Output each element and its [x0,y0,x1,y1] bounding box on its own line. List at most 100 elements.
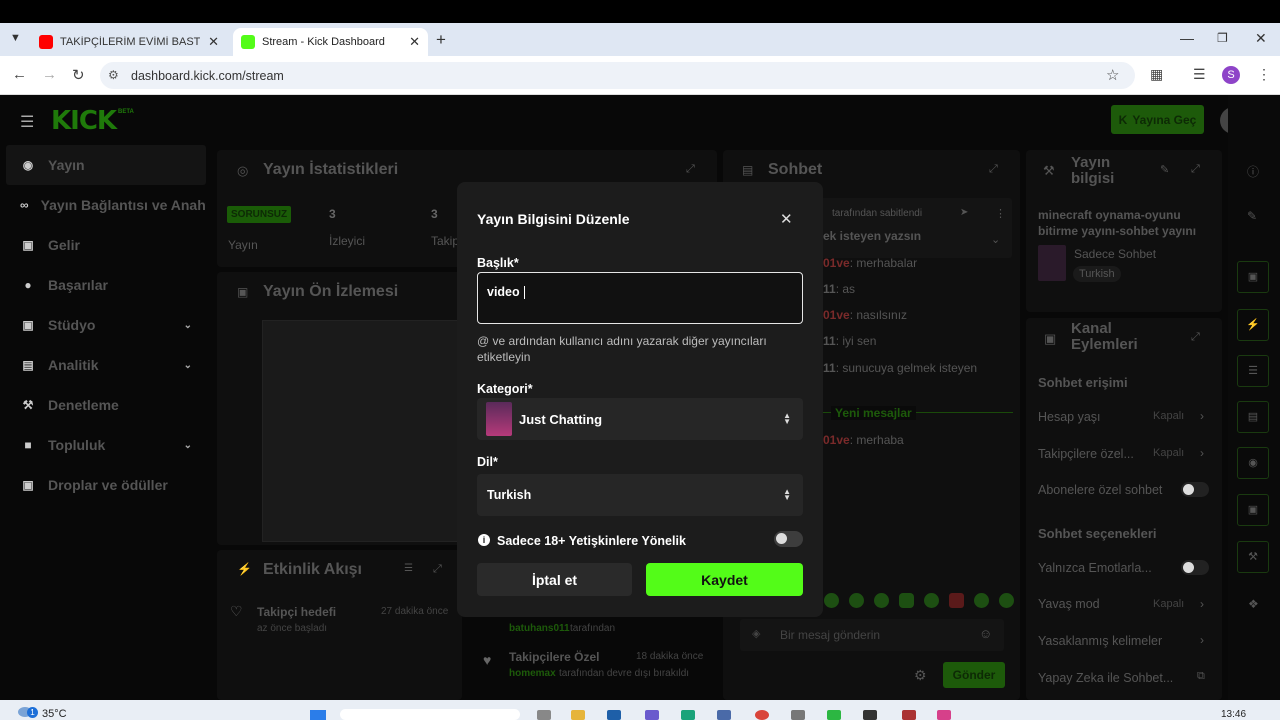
tab-kick-dashboard[interactable]: Stream - Kick Dashboard ✕ [233,28,428,56]
sidebar-item-basarilar[interactable]: ● Başarılar [6,265,206,305]
external-link-icon[interactable]: ⧉ [1197,670,1205,683]
menu-icon[interactable]: ⋮ [1257,66,1271,83]
kick-logo[interactable]: KICK [51,106,117,136]
subs-only-toggle[interactable] [1181,482,1209,497]
chat-user[interactable]: 11 [823,334,836,348]
expand-icon[interactable]: ⤢ [686,163,695,176]
explorer-icon[interactable] [571,710,585,720]
chat-user[interactable]: 01ve [823,433,850,447]
app-icon[interactable] [717,710,731,720]
pinned-message[interactable] [818,198,1012,258]
category-select[interactable]: Just Chatting ▲ ▼ [477,398,803,440]
emote-icon[interactable] [899,593,914,608]
rail-button-chat[interactable]: ▤ [1237,401,1269,433]
banned-words-label[interactable]: Yasaklanmış kelimeler [1038,634,1162,648]
chrome-icon[interactable] [755,710,769,720]
forward-icon[interactable]: → [42,66,57,83]
chat-user[interactable]: 11 [823,361,836,375]
rail-button-panel[interactable]: ▣ [1237,494,1269,526]
mature-toggle[interactable] [774,531,803,547]
more-icon[interactable]: ⋮ [995,207,1006,220]
sidebar-item-topluluk[interactable]: ■ Topluluk ⌄ [6,425,206,465]
taskbar-search[interactable] [340,709,520,720]
app-icon[interactable] [902,710,916,720]
sidebar-item-stream-key[interactable]: ∞ Yayın Bağlantısı ve Anahtarı [6,185,206,225]
emote-icon[interactable] [849,593,864,608]
extensions-icon[interactable]: ▦ [1150,66,1163,83]
edit-icon[interactable]: ✎ [1247,209,1257,223]
profile-avatar[interactable]: S [1222,66,1240,84]
rail-button-list[interactable]: ☰ [1237,355,1269,387]
slow-mode-label[interactable]: Yavaş mod [1038,597,1100,611]
emote-icon[interactable] [974,593,989,608]
chat-user[interactable]: 11 [823,282,836,296]
edge-icon[interactable] [681,710,695,720]
close-icon[interactable]: ✕ [780,210,793,228]
whatsapp-icon[interactable] [827,710,841,720]
sidebar-item-studyo[interactable]: ▣ Stüdyo ⌄ [6,305,206,345]
chevron-right-icon[interactable]: › [1200,409,1204,423]
edit-icon[interactable]: ✎ [1160,163,1169,176]
app-icon[interactable] [791,710,805,720]
site-info-icon[interactable]: ⚙ [108,68,119,82]
instagram-icon[interactable] [937,710,951,720]
chat-user[interactable]: 01ve [823,308,850,322]
chat-user[interactable]: 01ve [823,256,850,270]
app-icon[interactable] [607,710,621,720]
stream-preview-video[interactable] [262,320,472,542]
chevron-right-icon[interactable]: › [1200,633,1204,647]
settings-icon[interactable]: ⚙ [914,667,927,684]
pin-icon[interactable]: ➤ [960,207,968,218]
bookmark-star-icon[interactable]: ☆ [1106,66,1119,84]
windows-start-icon[interactable] [310,710,326,720]
send-button[interactable]: Gönder [943,662,1005,688]
info-icon[interactable]: ⓘ [1247,163,1259,180]
sidebar-item-gelir[interactable]: ▣ Gelir [6,225,206,265]
close-tab-icon[interactable]: ✕ [409,34,420,50]
chevron-down-icon[interactable]: ⌄ [991,233,1000,246]
maximize-icon[interactable]: ❐ [1217,31,1228,45]
reload-icon[interactable]: ↻ [72,66,85,84]
language-select[interactable]: Turkish ▲ ▼ [477,474,803,516]
sidebar-item-analitik[interactable]: ▤ Analitik ⌄ [6,345,206,385]
close-window-icon[interactable]: ✕ [1255,30,1267,47]
app-icon[interactable] [645,710,659,720]
title-input[interactable]: video [477,272,803,324]
back-icon[interactable]: ← [12,66,27,83]
new-tab-button[interactable]: + [436,30,446,50]
expand-icon[interactable]: ⤢ [1191,331,1200,344]
chevron-right-icon[interactable]: › [1200,446,1204,460]
account-age-label[interactable]: Hesap yaşı [1038,410,1101,424]
expand-icon[interactable]: ⤢ [433,563,442,576]
rail-button-record[interactable]: ◉ [1237,447,1269,479]
go-live-button[interactable]: K Yayına Geç [1111,105,1204,134]
emote-icon[interactable] [949,593,964,608]
add-widget-icon[interactable]: ❖ [1248,597,1259,611]
chevron-right-icon[interactable]: › [1200,597,1204,611]
emotes-only-toggle[interactable] [1181,560,1209,575]
cancel-button[interactable]: İptal et [477,563,632,596]
tab-youtube[interactable]: TAKİPÇİLERİM EVİMİ BASTII | ST ✕ [31,28,227,56]
close-tab-icon[interactable]: ✕ [208,34,219,50]
expand-icon[interactable]: ⤢ [1191,163,1200,176]
media-icon[interactable]: ☰ [1193,66,1206,83]
emoji-icon[interactable]: ☺ [979,626,992,641]
rail-button-wrench[interactable]: ⚒ [1237,541,1269,573]
emote-icon[interactable] [924,593,939,608]
sidebar-item-denetleme[interactable]: ⚒ Denetleme [6,385,206,425]
taskview-icon[interactable] [537,710,551,720]
app-icon[interactable] [863,710,877,720]
emote-icon[interactable] [824,593,839,608]
sidebar-item-yayin[interactable]: ◉ Yayın [6,145,206,185]
sidebar-item-droplar[interactable]: ▣ Droplar ve ödüller [6,465,206,505]
emote-icon[interactable] [999,593,1014,608]
emote-icon[interactable] [874,593,889,608]
tab-search-icon[interactable]: ▼ [10,32,21,44]
rail-button-video[interactable]: ▣ [1237,261,1269,293]
ai-chat-label[interactable]: Yapay Zeka ile Sohbet... [1038,671,1173,685]
expand-icon[interactable]: ⤢ [989,163,998,176]
rail-button-bolt[interactable]: ⚡ [1237,309,1269,341]
filter-icon[interactable]: ☰ [404,563,413,574]
minimize-icon[interactable]: — [1180,30,1194,46]
hamburger-icon[interactable]: ☰ [20,112,34,132]
